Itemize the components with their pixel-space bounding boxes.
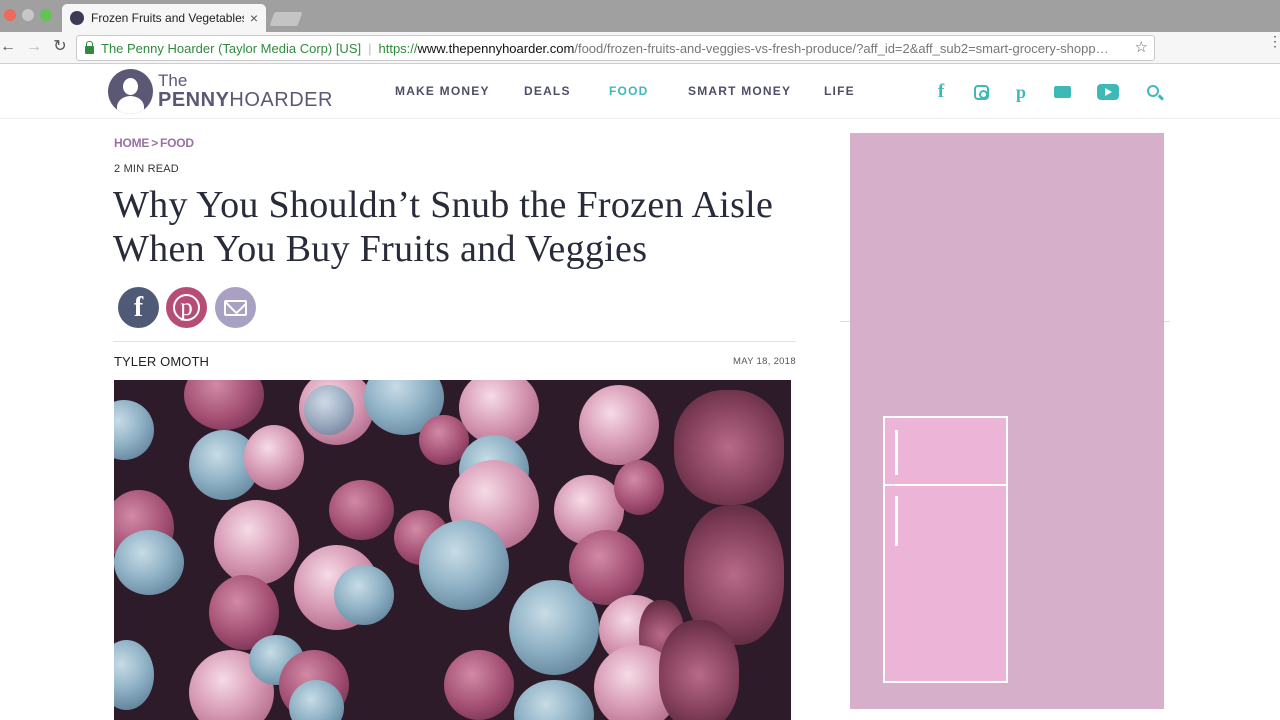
share-email-button[interactable] [215,287,256,328]
youtube-icon[interactable] [1096,82,1120,102]
byline-divider [113,341,796,342]
nav-smart-money[interactable]: SMART MONEY [688,84,791,98]
url-scheme: https:// [378,40,418,56]
nav-deals[interactable]: DEALS [524,84,571,98]
nav-food[interactable]: FOOD [609,84,648,98]
secure-site-label: The Penny Hoarder (Taylor Media Corp) [U… [101,40,362,56]
logo-hoarder: HOARDER [229,89,333,111]
breadcrumb-separator: > [151,136,159,150]
logo-the: The [158,71,188,90]
logo-penny: PENNY [158,89,230,111]
lock-icon [85,41,94,54]
browser-tab-active[interactable]: Frozen Fruits and Vegetables × [62,4,266,32]
back-arrow-icon[interactable]: ← [0,37,18,57]
share-facebook-button[interactable]: f [118,287,159,328]
author-name[interactable]: TYLER OMOTH [114,354,209,369]
address-divider: | [368,40,372,56]
browser-toolbar: ← → ↻ The Penny Hoarder (Taylor Media Co… [0,32,1280,64]
article-headline: Why You Shouldn’t Snub the Frozen Aisle … [113,184,774,270]
refrigerator-main-door [883,486,1008,683]
window-minimize-button[interactable] [22,9,34,21]
breadcrumb: HOME > FOOD [114,136,194,150]
instagram-icon[interactable] [972,82,990,102]
site-favicon-icon [70,11,84,25]
envelope-icon [224,299,247,316]
forward-arrow-icon[interactable]: → [24,37,44,57]
facebook-icon[interactable]: f [934,81,948,102]
search-icon[interactable] [1145,82,1163,102]
logo-silhouette-icon [108,68,153,114]
tab-title: Frozen Fruits and Vegetables [91,11,244,25]
url-path: /food/frozen-fruits-and-veggies-vs-fresh… [574,40,1109,56]
refrigerator-freezer-door [883,416,1008,486]
read-time: 2 MIN READ [114,163,179,175]
browser-menu-icon[interactable]: ⋮ [1268,34,1280,48]
reload-icon[interactable]: ↻ [50,37,70,57]
address-bar[interactable]: The Penny Hoarder (Taylor Media Corp) [U… [76,35,1155,61]
window-close-button[interactable] [4,9,16,21]
bookmark-star-icon[interactable]: ☆ [1135,38,1148,56]
logo-wordmark: The PENNYHOARDER [158,72,333,110]
publish-date: MAY 18, 2018 [733,356,796,367]
url-host: www.thepennyhoarder.com [417,40,575,56]
new-tab-button[interactable] [269,12,303,26]
site-logo[interactable]: The PENNYHOARDER [108,68,333,114]
nav-make-money[interactable]: MAKE MONEY [395,84,490,98]
site-header: The PENNYHOARDER MAKE MONEY DEALS FOOD S… [0,64,1280,119]
breadcrumb-home-link[interactable]: HOME [114,136,149,150]
share-pinterest-button[interactable]: p [166,287,207,328]
tab-close-icon[interactable]: × [250,10,258,26]
envelope-icon[interactable] [1053,82,1071,102]
hero-image-frozen-berries [114,380,791,720]
pinterest-icon[interactable]: p [1012,82,1030,102]
sidebar-ad-refrigerator[interactable] [850,133,1164,709]
pinterest-icon: p [173,294,200,321]
browser-tab-bar: Frozen Fruits and Vegetables × [0,0,1280,32]
breadcrumb-food-link[interactable]: FOOD [160,136,194,150]
window-zoom-button[interactable] [40,9,52,21]
nav-life[interactable]: LIFE [824,84,855,98]
